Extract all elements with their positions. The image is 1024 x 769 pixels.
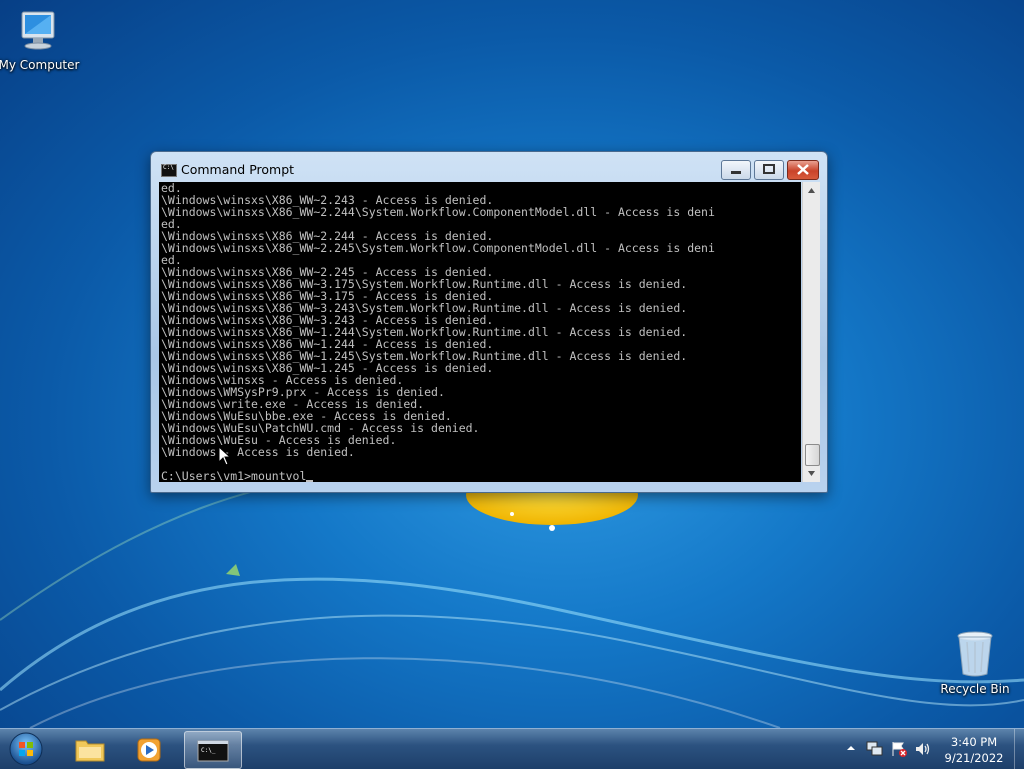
- start-button[interactable]: [6, 730, 46, 768]
- command-input[interactable]: mountvol: [251, 469, 306, 482]
- desktop-icon-label: My Computer: [0, 58, 80, 72]
- system-clock[interactable]: 3:40 PM 9/21/2022: [934, 734, 1014, 766]
- mouse-pointer-icon: [218, 446, 232, 466]
- desktop-icon-recycle-bin[interactable]: Recycle Bin: [933, 630, 1017, 696]
- text-cursor: [306, 480, 314, 482]
- cmd-icon: C:\_: [197, 740, 229, 762]
- console-line: \Windows - Access is denied.: [161, 445, 355, 459]
- recycle-bin-icon: [957, 631, 993, 677]
- close-button[interactable]: [787, 160, 819, 180]
- show-desktop-button[interactable]: [1014, 729, 1024, 769]
- computer-icon: [21, 11, 55, 50]
- command-prompt-window[interactable]: Command Prompt ed.\Windows\winsxs\X86_WW…: [150, 151, 828, 493]
- command-line[interactable]: C:\Users\vm1>mountvol: [161, 469, 314, 482]
- show-hidden-icons-icon[interactable]: [846, 741, 856, 755]
- console-line: \Windows\winsxs\X86_WW~2.244\System.Work…: [161, 205, 715, 219]
- console-output[interactable]: ed. \Windows\winsxs\X86_WW~2.243 - Access…: [159, 182, 801, 482]
- scroll-up-icon[interactable]: [803, 182, 820, 199]
- maximize-button[interactable]: [754, 160, 784, 180]
- close-icon: [797, 164, 809, 175]
- clock-time: 3:40 PM: [950, 735, 998, 749]
- scrollbar-thumb[interactable]: [805, 444, 820, 466]
- minimize-icon: [731, 171, 741, 174]
- clock-date: 9/21/2022: [944, 751, 1004, 765]
- vertical-scrollbar[interactable]: [802, 182, 820, 482]
- network-icon[interactable]: [866, 741, 884, 757]
- taskbar-command-prompt-button[interactable]: C:\_: [184, 731, 242, 769]
- volume-icon[interactable]: [914, 741, 932, 757]
- cmd-icon: [161, 164, 177, 177]
- console-text: ed. \Windows\winsxs\X86_WW~2.243 - Access…: [159, 182, 801, 458]
- folder-icon: [75, 740, 105, 762]
- command-prompt-path: C:\Users\vm1>: [161, 469, 252, 482]
- minimize-button[interactable]: [721, 160, 751, 180]
- taskbar: C:\_ 3:40 PM 9/21/2022: [0, 728, 1024, 769]
- scroll-down-icon[interactable]: [803, 465, 820, 482]
- maximize-icon: [763, 164, 775, 174]
- desktop-icon-my-computer[interactable]: My Computer: [0, 10, 81, 72]
- console-line: \Windows\winsxs\X86_WW~2.245\System.Work…: [161, 241, 715, 255]
- taskbar-explorer-button[interactable]: [62, 731, 118, 767]
- svg-text:C:\_: C:\_: [201, 747, 216, 754]
- action-center-icon[interactable]: [890, 741, 908, 757]
- window-titlebar[interactable]: Command Prompt: [151, 152, 827, 182]
- window-title: Command Prompt: [181, 162, 295, 177]
- desktop-icon-label: Recycle Bin: [940, 682, 1010, 696]
- taskbar-media-player-button[interactable]: [122, 731, 178, 767]
- media-player-icon: [137, 738, 161, 762]
